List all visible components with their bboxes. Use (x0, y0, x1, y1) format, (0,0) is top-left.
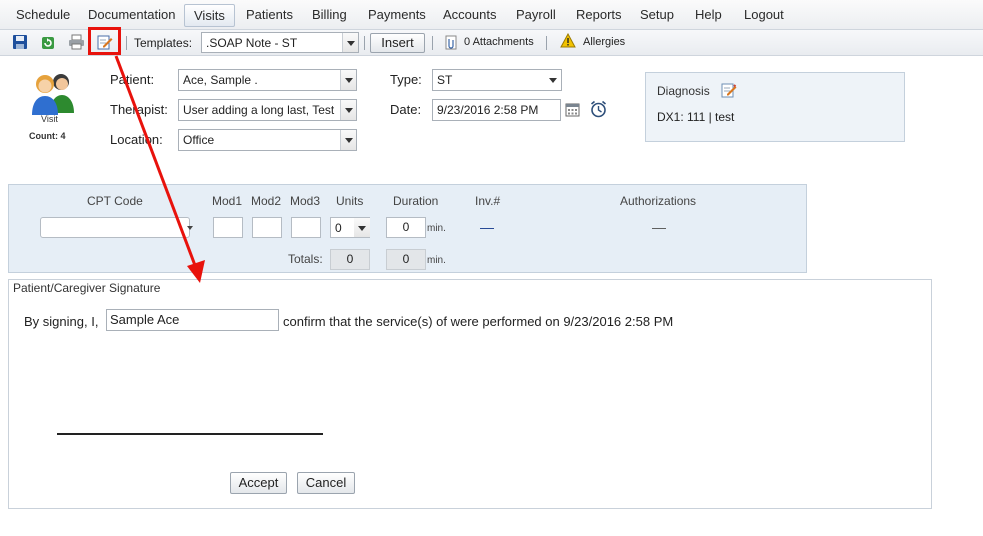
mod3-header: Mod3 (290, 194, 321, 208)
chevron-down-icon (342, 33, 358, 52)
type-select-value: ST (437, 73, 453, 87)
chevron-down-icon (340, 130, 356, 150)
location-select[interactable]: Office (178, 129, 357, 151)
alarm-clock-icon[interactable] (590, 100, 607, 121)
chevron-down-icon (340, 70, 356, 90)
menu-payroll[interactable]: Payroll (516, 7, 556, 22)
save-icon[interactable] (12, 34, 28, 53)
cpt-code-header: CPT Code (87, 194, 143, 208)
warning-icon[interactable] (560, 32, 576, 51)
mod2-input[interactable] (252, 217, 282, 238)
units-select-value: 0 (335, 221, 342, 235)
menu-schedule[interactable]: Schedule (16, 7, 70, 22)
therapist-select-value: User adding a long last, Test (183, 103, 335, 117)
duration-header: Duration (393, 194, 439, 208)
accept-button[interactable]: Accept (230, 472, 287, 494)
edit-pencil-icon[interactable] (721, 82, 737, 101)
inv-header: Inv.# (475, 194, 501, 208)
allergies-link[interactable]: Allergies (583, 36, 625, 48)
print-icon[interactable] (68, 34, 85, 53)
chevron-down-icon (545, 70, 561, 90)
totals-label: Totals: (288, 252, 323, 266)
insert-button[interactable]: Insert (370, 33, 425, 53)
toolbar-separator (432, 36, 433, 50)
patient-select[interactable]: Ace, Sample . (178, 69, 357, 91)
visit-count: Count: 4 (29, 131, 66, 141)
refresh-icon[interactable] (40, 34, 56, 53)
location-select-value: Office (183, 133, 215, 147)
visit-people-icon (30, 71, 78, 118)
templates-label: Templates: (134, 36, 193, 50)
toolbar-separator (546, 36, 547, 50)
signer-name-input[interactable]: Sample Ace (106, 309, 279, 331)
visit-label: Visit (41, 114, 58, 124)
patient-select-value: Ace, Sample . (183, 73, 258, 87)
authorizations-value: — (652, 219, 666, 235)
therapist-select[interactable]: User adding a long last, Test (178, 99, 357, 121)
type-label: Type: (390, 72, 422, 87)
chevron-down-icon (354, 218, 370, 237)
menu-reports[interactable]: Reports (576, 7, 622, 22)
signature-confirm-text: confirm that the service(s) of were perf… (283, 314, 674, 329)
attachments-link[interactable]: 0 Attachments (464, 36, 534, 48)
menu-logout[interactable]: Logout (744, 7, 784, 22)
cpt-code-panel: CPT Code Mod1 Mod2 Mod3 Units Duration I… (8, 184, 807, 273)
cpt-code-combobox[interactable] (40, 217, 193, 238)
menu-setup[interactable]: Setup (640, 7, 674, 22)
patient-label: Patient: (110, 72, 155, 87)
attachment-icon[interactable] (444, 35, 458, 53)
signature-line[interactable] (57, 433, 323, 435)
menu-visits[interactable]: Visits (184, 4, 235, 27)
menu-payments[interactable]: Payments (368, 7, 426, 22)
main-menu-bar: Schedule Documentation Visits Patients B… (0, 0, 983, 30)
menu-accounts[interactable]: Accounts (443, 7, 496, 22)
duration-input[interactable]: 0 (386, 217, 426, 238)
toolbar-separator (126, 36, 127, 50)
toolbar-separator (364, 36, 365, 50)
signature-panel: Patient/Caregiver Signature By signing, … (8, 279, 932, 509)
diagnosis-title: Diagnosis (657, 84, 710, 98)
cancel-button[interactable]: Cancel (297, 472, 355, 494)
date-label: Date: (390, 102, 422, 117)
signature-note-icon[interactable] (97, 34, 113, 53)
type-select[interactable]: ST (432, 69, 562, 91)
diagnosis-panel: Diagnosis DX1: 111 | test (645, 72, 905, 142)
authorizations-header: Authorizations (620, 194, 697, 208)
location-label: Location: (110, 132, 163, 147)
menu-documentation[interactable]: Documentation (88, 7, 175, 22)
inv-value: — (480, 219, 494, 235)
chevron-down-icon (340, 100, 356, 120)
totals-units: 0 (330, 249, 370, 270)
mod2-header: Mod2 (251, 194, 282, 208)
menu-patients[interactable]: Patients (246, 7, 293, 22)
visit-toolbar: Templates: .SOAP Note - ST Insert 0 Atta… (0, 27, 983, 56)
diagnosis-dx1: DX1: 111 | test (657, 110, 735, 124)
menu-help[interactable]: Help (695, 7, 722, 22)
chevron-down-icon (187, 226, 193, 230)
duration-min-label: min. (427, 223, 446, 234)
signature-panel-title: Patient/Caregiver Signature (13, 281, 161, 295)
units-header: Units (336, 194, 364, 208)
signature-prefix-text: By signing, I, (24, 314, 99, 329)
mod1-input[interactable] (213, 217, 243, 238)
menu-billing[interactable]: Billing (312, 7, 347, 22)
totals-duration: 0 (386, 249, 426, 270)
templates-select-value: .SOAP Note - ST (206, 36, 298, 50)
mod3-input[interactable] (291, 217, 321, 238)
therapist-label: Therapist: (110, 102, 168, 117)
units-select[interactable]: 0 (330, 217, 370, 238)
date-input[interactable]: 9/23/2016 2:58 PM (432, 99, 561, 121)
totals-min-label: min. (427, 255, 446, 266)
calendar-icon[interactable] (565, 102, 580, 120)
templates-select[interactable]: .SOAP Note - ST (201, 32, 359, 53)
mod1-header: Mod1 (212, 194, 243, 208)
